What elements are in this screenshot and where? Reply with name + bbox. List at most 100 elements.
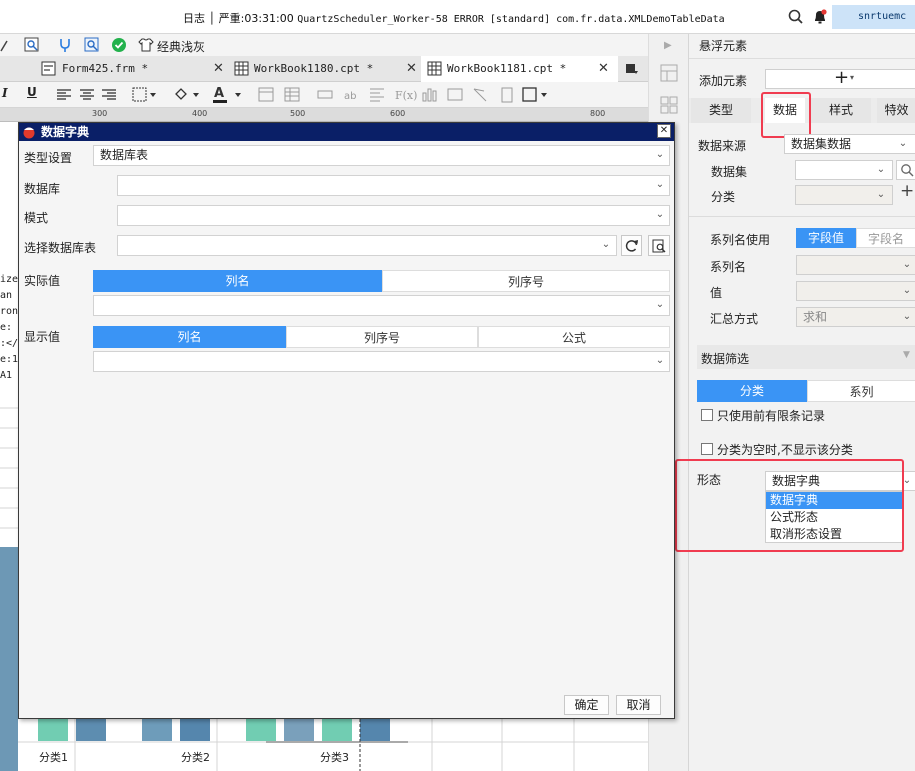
frame-icon[interactable] — [522, 87, 552, 103]
database-select[interactable]: ⌄ — [117, 175, 670, 196]
user-badge[interactable]: snrtuemc — [832, 5, 915, 29]
search-data-icon[interactable] — [84, 37, 100, 53]
actual-tab-column-name[interactable]: 列名 — [93, 270, 382, 292]
dialog-title-bar[interactable]: 数据字典 ✕ — [19, 123, 674, 141]
filter-tab-category[interactable]: 分类 — [697, 380, 807, 402]
search-icon[interactable] — [788, 9, 804, 25]
tab-label: 类型 — [708, 103, 733, 117]
only-first-checkbox[interactable] — [701, 409, 713, 421]
category-label: 分类2 — [181, 751, 210, 764]
data-source-label: 数据来源 — [698, 139, 747, 153]
data-filter-header[interactable]: 数据筛选 ▼ — [697, 345, 915, 369]
category-select[interactable]: ⌄ — [795, 185, 893, 205]
series-use-field-value[interactable]: 字段值 — [796, 228, 856, 248]
theme-icon[interactable] — [138, 37, 154, 53]
svg-text:A: A — [214, 86, 224, 101]
dataset-search-button[interactable] — [896, 160, 915, 180]
data-dictionary-dialog: 数据字典 ✕ 类型设置 数据库表 ⌄ 数据库 ⌄ 模式 ⌄ 选择数据库表 ⌄ 实际… — [18, 122, 675, 719]
underline-icon[interactable]: U — [27, 85, 37, 99]
add-element-button[interactable]: + ▾ — [765, 67, 915, 89]
tab-workbook1181[interactable]: WorkBook1181.cpt * — [421, 56, 618, 82]
code-line: :</ — [0, 338, 18, 349]
series-use-label: 系列名使用 — [710, 233, 771, 247]
refresh-button[interactable] — [621, 235, 642, 256]
document-tabs: Form425.frm * ✕ WorkBook1180.cpt * ✕ Wor… — [0, 56, 648, 82]
type-setting-select[interactable]: 数据库表 ⌄ — [93, 145, 670, 166]
table-select[interactable]: ⌄ — [117, 235, 617, 256]
log-severity: 严重:03:31:00 — [218, 12, 294, 25]
widget-icon[interactable] — [660, 96, 678, 114]
tab-style[interactable]: 样式 — [811, 98, 871, 123]
category-label: 分类3 — [320, 751, 349, 764]
dialog-close-icon[interactable]: ✕ — [657, 124, 671, 138]
log-label[interactable]: 日志 — [183, 12, 205, 25]
option-label: 字段名 — [867, 232, 904, 246]
dataset-select[interactable]: ⌄ — [795, 160, 893, 180]
close-icon[interactable]: ✕ — [598, 56, 609, 82]
italic-icon[interactable]: I — [2, 86, 8, 100]
font-color-icon[interactable]: A — [211, 85, 243, 105]
display-column-select[interactable]: ⌄ — [93, 351, 670, 372]
preview-table-button[interactable] — [648, 235, 670, 256]
data-source-select[interactable]: 数据集数据 ⌄ — [784, 134, 915, 154]
category-label: 分类1 — [39, 751, 68, 764]
add-category-icon[interactable]: + — [900, 181, 914, 201]
actual-tab-column-index[interactable]: 列序号 — [382, 270, 670, 292]
code-line: ize — [0, 274, 18, 285]
chevron-down-icon: ⌄ — [902, 259, 912, 270]
cancel-button[interactable]: 取消 — [616, 695, 661, 715]
ruler-tick: 500 — [290, 109, 306, 118]
schema-select[interactable]: ⌄ — [117, 205, 670, 226]
value-select[interactable]: ⌄ — [796, 281, 915, 301]
border-icon[interactable] — [132, 87, 158, 103]
edit-icon[interactable] — [0, 37, 8, 53]
tab-label: WorkBook1180.cpt * — [254, 62, 374, 75]
ok-button[interactable]: 确定 — [564, 695, 609, 715]
check-icon[interactable] — [111, 37, 127, 53]
close-icon[interactable]: ✕ — [213, 56, 224, 82]
log-message: QuartzScheduler_Worker-58 ERROR [standar… — [297, 14, 725, 25]
theme-label[interactable]: 经典浅灰 — [157, 38, 205, 55]
chevron-down-icon: ⌄ — [655, 209, 665, 220]
summary-select[interactable]: 求和 ⌄ — [796, 307, 915, 327]
tab-workbook1180[interactable]: WorkBook1180.cpt * — [228, 56, 421, 82]
category-label: 分类 — [711, 190, 736, 204]
chevron-down-icon: ⌄ — [655, 299, 665, 310]
search-icon — [901, 164, 914, 177]
chevron-down-icon: ⌄ — [876, 164, 886, 175]
chevron-down-icon: ⌄ — [898, 138, 908, 149]
schema-label: 模式 — [24, 211, 49, 225]
ruler-tick: 800 — [590, 109, 606, 118]
button-label: 确定 — [574, 698, 599, 712]
tab-type[interactable]: 类型 — [691, 98, 751, 123]
tab-effect[interactable]: 特效 — [877, 98, 915, 123]
align-center-icon[interactable] — [79, 88, 95, 102]
format-toolbar: I U A ab F(x) — [0, 82, 648, 108]
tab-menu-icon[interactable] — [625, 62, 639, 76]
tab-label: 分类 — [739, 384, 764, 398]
display-tab-formula[interactable]: 公式 — [478, 326, 670, 348]
tab-form425[interactable]: Form425.frm * — [0, 56, 228, 82]
tab-label: 系列 — [849, 385, 874, 399]
collapse-icon: ▼ — [903, 350, 910, 360]
expand-icon[interactable]: ▶ — [664, 40, 672, 51]
actual-column-select[interactable]: ⌄ — [93, 295, 670, 316]
align-left-icon[interactable] — [56, 88, 72, 102]
close-icon[interactable]: ✕ — [406, 56, 417, 82]
ruler: 300 400 500 600 800 — [0, 108, 648, 122]
code-line: an — [0, 290, 13, 301]
layout-icon[interactable] — [660, 64, 678, 82]
bell-icon[interactable] — [812, 9, 828, 25]
connect-icon[interactable] — [57, 37, 73, 53]
series-name-select[interactable]: ⌄ — [796, 255, 915, 275]
filter-tab-series[interactable]: 系列 — [807, 380, 915, 402]
fill-color-icon[interactable] — [173, 86, 203, 104]
align-right-icon[interactable] — [101, 88, 117, 102]
series-use-field-name[interactable]: 字段名 — [856, 228, 915, 248]
side-code-text: ize an ron e: :</ e:1 A1 — [0, 272, 18, 384]
display-tab-column-index[interactable]: 列序号 — [286, 326, 478, 348]
hide-empty-checkbox[interactable] — [701, 443, 713, 455]
display-tab-column-name[interactable]: 列名 — [93, 326, 286, 348]
preview-icon[interactable] — [24, 37, 40, 53]
ruler-tick: 300 — [92, 109, 108, 118]
